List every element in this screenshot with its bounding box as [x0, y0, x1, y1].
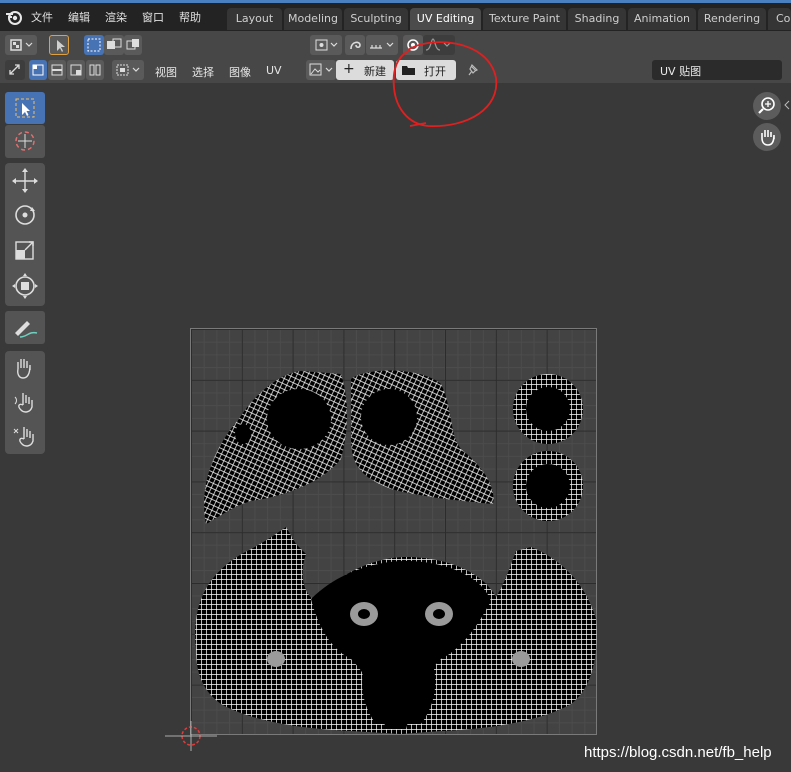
zoom-icon[interactable] — [753, 92, 781, 120]
header-menu-view[interactable]: 视图 — [155, 64, 177, 80]
red-annotation-circle — [388, 38, 500, 136]
menu-window[interactable]: 窗口 — [142, 9, 164, 25]
tool-rotate[interactable] — [5, 198, 45, 233]
tool-relax[interactable] — [5, 385, 45, 419]
uv-island-ear-left — [204, 371, 347, 524]
transform-tools-group — [5, 163, 45, 306]
select-mode-subtract-button[interactable] — [124, 35, 142, 55]
blender-logo-icon[interactable] — [4, 8, 24, 26]
plus-icon: + — [343, 61, 355, 77]
edge-select-mode-button[interactable] — [48, 60, 66, 80]
new-image-label: 新建 — [364, 65, 386, 78]
pivot-point-dropdown[interactable] — [310, 35, 342, 55]
tool-cursor[interactable] — [5, 125, 45, 158]
tab-layout[interactable]: Layout — [227, 8, 282, 30]
menu-edit[interactable]: 编辑 — [68, 9, 90, 25]
image-name-field[interactable]: UV 贴图 — [652, 60, 782, 80]
snap-icon[interactable] — [345, 35, 365, 55]
tool-scale[interactable] — [5, 233, 45, 268]
tool-annotate[interactable] — [5, 311, 45, 344]
menu-bar: 文件 编辑 渲染 窗口 帮助 Layout Modeling Sculpting… — [0, 3, 791, 31]
uv-2d-cursor-icon[interactable] — [165, 721, 217, 751]
watermark-text: https://blog.csdn.net/fb_help — [584, 744, 772, 761]
uv-sync-icon[interactable] — [5, 60, 25, 80]
tab-shading[interactable]: Shading — [568, 8, 626, 30]
sync-selection-toggle[interactable] — [49, 35, 69, 55]
header-menu-select[interactable]: 选择 — [192, 64, 214, 80]
tab-rendering[interactable]: Rendering — [698, 8, 766, 30]
uv-sculpt-tools-group — [5, 351, 45, 454]
browse-image-dropdown[interactable] — [306, 60, 336, 80]
select-mode-new-button[interactable] — [84, 35, 104, 55]
face-select-mode-button[interactable] — [67, 60, 85, 80]
image-name-value: UV 贴图 — [660, 65, 702, 78]
tool-move[interactable] — [5, 163, 45, 198]
editor-type-button[interactable] — [5, 35, 37, 55]
tab-compositing[interactable]: Co — [768, 8, 791, 30]
header-menu-uv[interactable]: UV — [266, 64, 282, 77]
tab-sculpting[interactable]: Sculpting — [344, 8, 408, 30]
tab-texture-paint[interactable]: Texture Paint — [483, 8, 566, 30]
menu-render[interactable]: 渲染 — [105, 9, 127, 25]
new-image-button[interactable]: + 新建 — [336, 60, 394, 80]
tab-modeling[interactable]: Modeling — [284, 8, 342, 30]
tab-uv-editing[interactable]: UV Editing — [410, 8, 481, 30]
pan-hand-icon[interactable] — [753, 123, 781, 151]
uv-grid-canvas[interactable] — [190, 328, 597, 735]
tool-pinch[interactable] — [5, 419, 45, 453]
tool-transform[interactable] — [5, 268, 45, 304]
tool-select-box[interactable] — [5, 92, 45, 124]
header-menu-image[interactable]: 图像 — [229, 64, 251, 80]
tab-animation[interactable]: Animation — [628, 8, 696, 30]
menu-help[interactable]: 帮助 — [179, 9, 201, 25]
sidebar-toggle-chevron-icon[interactable] — [783, 100, 791, 110]
island-select-mode-button[interactable] — [86, 60, 104, 80]
vertex-select-mode-button[interactable] — [29, 60, 47, 80]
select-mode-extend-button[interactable] — [104, 35, 124, 55]
uv-islands — [195, 370, 597, 734]
menu-file[interactable]: 文件 — [31, 9, 53, 25]
tool-grab[interactable] — [5, 351, 45, 385]
sticky-selection-dropdown[interactable] — [112, 60, 144, 80]
